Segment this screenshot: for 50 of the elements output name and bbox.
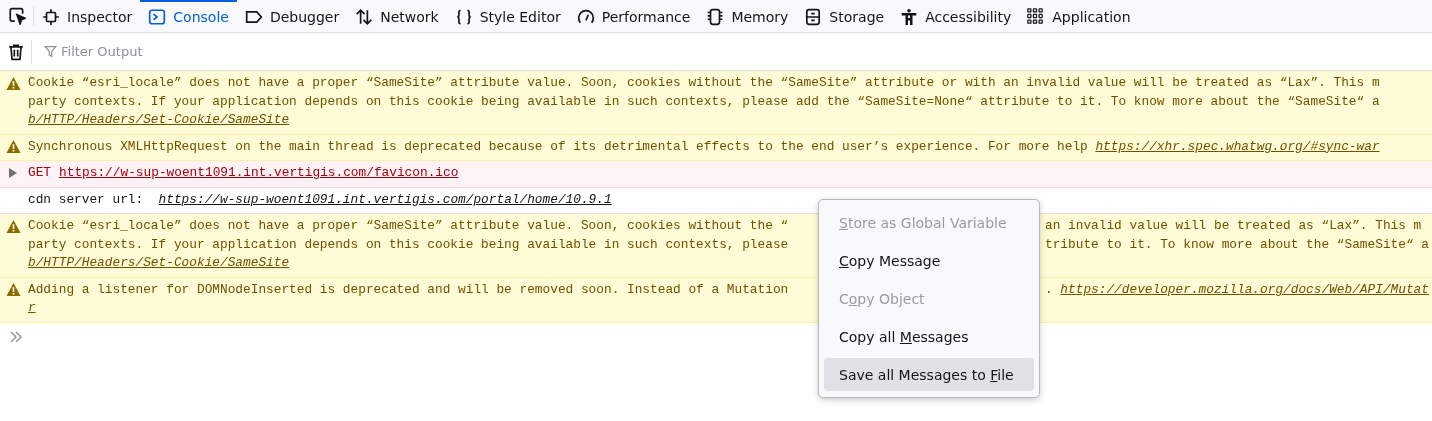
- warning-icon: [6, 282, 21, 297]
- devtools-tab[interactable]: Storage: [796, 0, 893, 32]
- devtools-tab[interactable]: Application: [1019, 0, 1139, 32]
- message-link[interactable]: https://xhr.spec.whatwg.org/#sync-war: [1095, 137, 1380, 156]
- devtools-tab[interactable]: Network: [347, 0, 447, 32]
- devtools-tab[interactable]: Accessibility: [892, 0, 1020, 32]
- pointer-icon: [7, 7, 26, 25]
- devtools-tab[interactable]: Memory: [698, 0, 797, 32]
- devtools-tab[interactable]: Debugger: [236, 0, 348, 32]
- grid-icon: [1027, 8, 1046, 26]
- frame-icon: [42, 8, 60, 26]
- console-icon: [148, 8, 167, 26]
- message-link[interactable]: b/HTTP/Headers/Set-Cookie/SameSite: [28, 254, 290, 273]
- devtools-tab[interactable]: Style Editor: [446, 0, 569, 32]
- message-link[interactable]: https://w-sup-woent1091.int.vertigis.com/portal/home/10.9.1: [158, 190, 612, 209]
- accessibility-icon: [900, 8, 919, 26]
- up-down-arrows-icon: [355, 8, 374, 26]
- message-link[interactable]: https://w-sup-woent1091.int.vertigis.com/favicon.ico: [59, 164, 459, 183]
- braces-icon: [454, 8, 473, 26]
- trash-icon: [6, 42, 25, 61]
- warning-icon: [6, 218, 21, 234]
- message-text: .: [1045, 281, 1054, 297]
- devtools-tab[interactable]: Performance: [568, 0, 699, 32]
- message-link[interactable]: r: [28, 299, 36, 318]
- message-text: Cookie “esri_locale” does not have a proper “SameSite” attribute value. Soon, cookies without the “: [28, 218, 789, 233]
- filter-field[interactable]: Filter Output: [61, 44, 361, 59]
- request-method: GET: [28, 164, 52, 182]
- message-link[interactable]: b/HTTP/Headers/Set-Cookie/SameSite: [28, 111, 290, 130]
- expand-arrow-icon[interactable]: [8, 167, 18, 179]
- message-text: cdn server url:: [28, 190, 145, 209]
- warning-icon: [6, 75, 21, 91]
- message-text: Synchronous XMLHttpRequest on the main thread is deprecated because of its detrimental effects to the end user’s experience. For more help: [28, 137, 1089, 156]
- chip-icon: [706, 8, 725, 26]
- tag-icon: [244, 8, 263, 26]
- message-text: party contexts. If your application depends on this cookie being available in such contexts, please: [28, 236, 789, 252]
- message-text: tribute to it. To know more about the “SameSite“ a: [1045, 236, 1429, 252]
- message-text: Cookie “esri_locale” does not have a proper “SameSite” attribute value. Soon, cookies without the “SameSite” attribute or with an invalid value will be treated as “Lax”. This m: [28, 74, 1380, 92]
- message-text: an invalid value will be treated as “Lax”. This m: [1045, 218, 1422, 233]
- gauge-icon: [576, 8, 595, 26]
- menu-item[interactable]: Copy all Messages: [824, 320, 1034, 353]
- message-text: Adding a listener for DOMNodeInserted is deprecated and will be removed soon. Instead of a Mutation: [28, 281, 789, 297]
- filter-icon: [44, 45, 57, 58]
- devtools-tab[interactable]: Inspector: [34, 0, 141, 32]
- message-text: party contexts. If your application depends on this cookie being available in such contexts, please add the “SameSite=None“ attribute to it. To know more about the “SameSite“ a: [28, 92, 1380, 111]
- message-link[interactable]: https://developer.mozilla.org/docs/Web/API/Mutat: [1060, 281, 1429, 297]
- menu-item[interactable]: Copy Message: [824, 244, 1034, 277]
- devtools-tab[interactable]: Console: [140, 0, 237, 32]
- warning-icon: [6, 139, 21, 154]
- menu-item[interactable]: Save all Messages to File: [824, 358, 1034, 391]
- cabinet-icon: [804, 8, 823, 26]
